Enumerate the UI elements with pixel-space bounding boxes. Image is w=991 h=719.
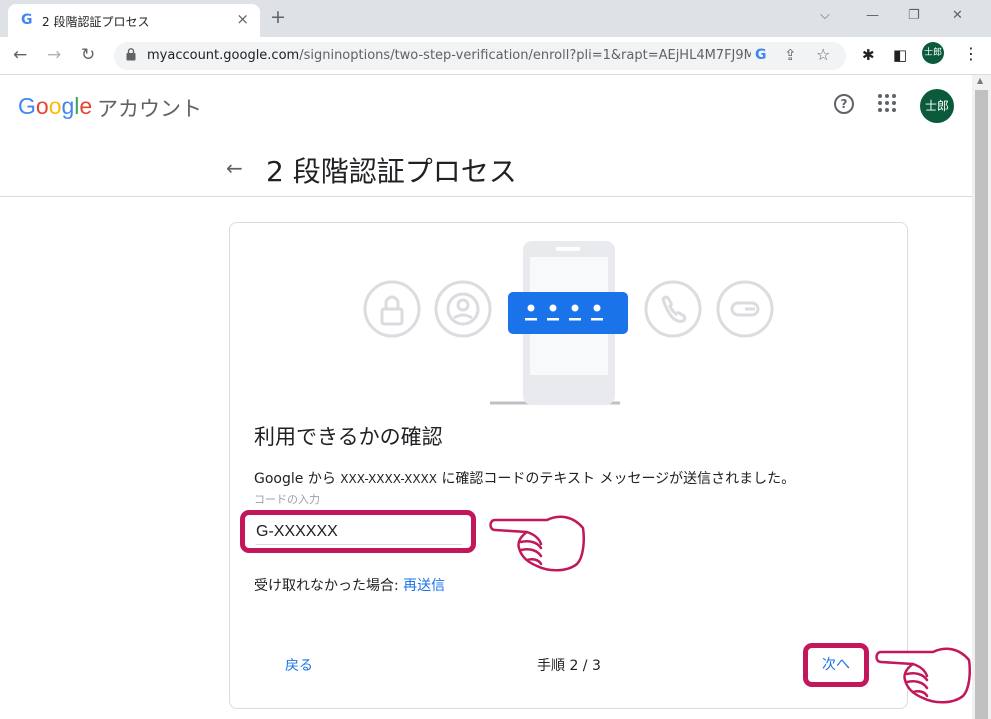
next-button[interactable]: 次へ — [815, 652, 857, 678]
back-arrow-icon[interactable]: ← — [226, 156, 243, 180]
product-name: アカウント — [97, 97, 202, 121]
code-field-label: コードの入力 — [254, 493, 320, 506]
help-icon[interactable]: ? — [834, 94, 854, 114]
page-title: 2 段階認証プロセス — [266, 155, 517, 188]
verification-card: 利用できるかの確認 Google から XXX-XXXX-XXXX に確認コード… — [229, 222, 908, 709]
scroll-up-icon[interactable]: ▲ — [977, 76, 983, 85]
forward-icon[interactable]: → — [47, 45, 61, 65]
pointing-hand-icon-next — [875, 647, 971, 704]
browser-toolbar: ← → ↻ myaccount.google.com/signinoptions… — [0, 37, 991, 75]
back-button[interactable]: 戻る — [285, 655, 313, 675]
profile-avatar[interactable]: 士郎 — [922, 42, 944, 64]
verification-code-input[interactable] — [256, 519, 462, 545]
bookmark-star-icon[interactable]: ☆ — [816, 45, 830, 64]
google-lens-icon[interactable]: G — [755, 47, 767, 63]
minimize-icon[interactable]: — — [866, 8, 879, 23]
address-bar[interactable]: myaccount.google.com/signinoptions/two-s… — [114, 42, 846, 70]
new-tab-icon[interactable]: + — [270, 6, 286, 28]
url-path: /signinoptions/two-step-verification/enr… — [299, 48, 751, 63]
lock-icon — [126, 48, 136, 61]
google-logo[interactable]: Google — [18, 93, 92, 120]
not-received-row: 受け取れなかった場合: 再送信 — [254, 575, 445, 595]
close-window-icon[interactable]: ✕ — [952, 8, 963, 23]
scrollbar-thumb[interactable] — [975, 90, 988, 719]
message-prefix: Google から — [254, 471, 336, 487]
phone-number: XXX-XXXX-XXXX — [340, 472, 437, 486]
restore-icon[interactable]: ❐ — [908, 8, 920, 23]
share-icon[interactable]: ⇪ — [784, 46, 797, 64]
phone-verification-illustration — [363, 241, 774, 405]
sms-sent-message: Google から XXX-XXXX-XXXX に確認コードのテキスト メッセー… — [254, 468, 795, 488]
apps-grid-icon[interactable] — [877, 93, 897, 113]
account-avatar[interactable]: 士郎 — [920, 89, 954, 123]
page-header: ← 2 段階認証プロセス — [0, 135, 972, 197]
pointing-hand-icon — [489, 515, 585, 572]
tab-search-icon[interactable]: ⌵ — [820, 8, 830, 23]
not-received-label: 受け取れなかった場合: — [254, 578, 399, 594]
app-bar: Google アカウント ? 士郎 — [0, 75, 972, 135]
menu-icon[interactable]: ⋮ — [963, 44, 979, 63]
extensions-icon[interactable]: ✱ — [862, 46, 875, 64]
reload-icon[interactable]: ↻ — [81, 45, 95, 65]
message-suffix: に確認コードのテキスト メッセージが送信されました。 — [441, 471, 796, 487]
url-text[interactable]: myaccount.google.com/signinoptions/two-s… — [147, 48, 751, 63]
browser-tab[interactable]: G 2 段階認証プロセス × — [8, 4, 260, 37]
card-heading: 利用できるかの確認 — [254, 425, 443, 449]
side-panel-icon[interactable]: ◧ — [893, 46, 907, 64]
tab-title: 2 段階認証プロセス — [42, 15, 150, 29]
close-tab-icon[interactable]: × — [236, 10, 249, 28]
browser-tab-strip: G 2 段階認証プロセス × + ⌵ — ❐ ✕ — [0, 0, 991, 37]
google-favicon-icon: G — [21, 12, 33, 28]
url-host: myaccount.google.com — [147, 48, 300, 63]
back-icon[interactable]: ← — [13, 45, 27, 65]
step-indicator: 手順 2 / 3 — [537, 658, 601, 674]
resend-link[interactable]: 再送信 — [403, 578, 445, 594]
